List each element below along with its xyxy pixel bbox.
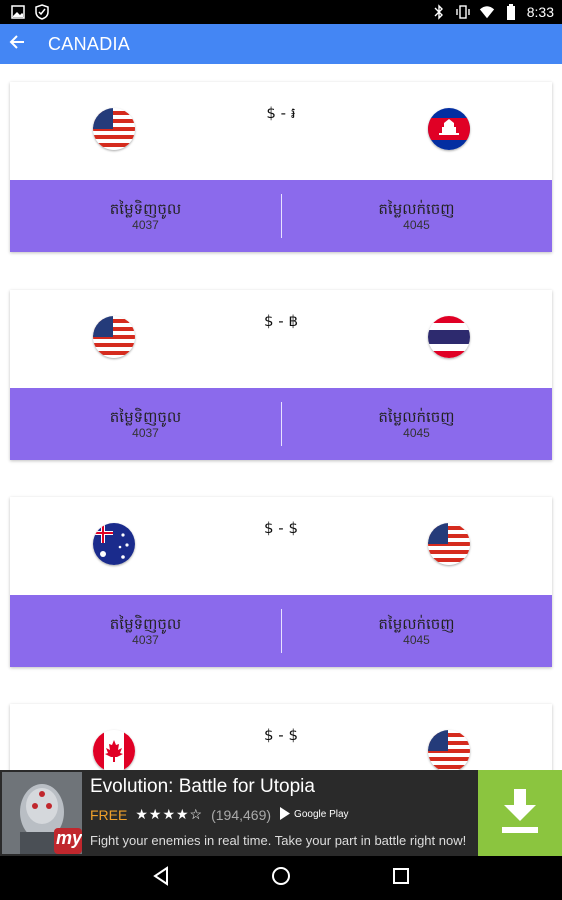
sell-rate: តម្លៃលក់ចេញ 4045: [281, 180, 552, 252]
sell-value: 4045: [403, 218, 430, 232]
back-triangle-icon: [151, 866, 171, 890]
arrow-left-icon: [8, 33, 26, 55]
sell-value: 4045: [403, 633, 430, 647]
divider: [281, 609, 282, 653]
buy-rate: តម្លៃទិញចូល 4037: [10, 595, 281, 667]
bluetooth-icon: [431, 4, 447, 20]
ad-price: FREE: [90, 806, 128, 823]
vibrate-icon: [455, 4, 471, 20]
sell-rate: តម្លៃលក់ចេញ 4045: [281, 595, 552, 667]
currency-pair: $ - ៛: [266, 104, 296, 122]
battery-icon: [503, 4, 519, 20]
ad-download-button[interactable]: [478, 770, 562, 856]
rate-card[interactable]: $ - ฿ តម្លៃទិញចូល 4037 តម្លៃលក់ចេញ 4045: [10, 290, 552, 460]
download-icon: [500, 789, 540, 837]
status-bar: 8:33: [0, 0, 562, 24]
recents-square-icon: [392, 867, 410, 889]
rate-list[interactable]: $ - ៛ តម្លៃទិញចូល 4037 តម្លៃលក់ចេញ 4045: [0, 64, 562, 770]
google-play-icon: [279, 806, 291, 823]
nav-recents-button[interactable]: [389, 866, 413, 890]
sell-value: 4045: [403, 426, 430, 440]
buy-label: តម្លៃទិញចូល: [109, 408, 182, 426]
divider: [281, 402, 282, 446]
wifi-icon: [479, 4, 495, 20]
google-play-badge: Google Play: [279, 806, 349, 823]
usa-flag-icon: [428, 523, 470, 565]
usa-flag-icon: [428, 730, 470, 770]
currency-pair: $ - ฿: [263, 312, 299, 330]
rate-card[interactable]: $ - $: [10, 704, 552, 770]
ad-meta: FREE ★★★★☆ (194,469) Google Play: [90, 806, 349, 823]
buy-value: 4037: [132, 633, 159, 647]
status-time: 8:33: [526, 4, 554, 20]
nav-home-button[interactable]: [269, 866, 293, 890]
system-nav-bar: [0, 856, 562, 900]
buy-label: តម្លៃទិញចូល: [109, 615, 182, 633]
gallery-icon: [10, 4, 26, 20]
google-play-label: Google Play: [294, 809, 349, 820]
currency-pair: $ - $: [263, 726, 299, 744]
nav-back-button[interactable]: [149, 866, 173, 890]
page-title: CANADIA: [48, 33, 131, 54]
buy-rate: តម្លៃទិញចូល 4037: [10, 180, 281, 252]
ad-rating-count: (194,469): [211, 806, 272, 823]
ad-rating-stars: ★★★★☆: [135, 806, 204, 822]
sell-label: តម្លៃលក់ចេញ: [378, 408, 455, 426]
sell-label: តម្លៃលក់ចេញ: [378, 615, 455, 633]
ad-app-image[interactable]: my: [2, 772, 82, 854]
rate-panel: តម្លៃទិញចូល 4037 តម្លៃលក់ចេញ 4045: [10, 180, 552, 252]
divider: [281, 194, 282, 238]
currency-pair: $ - $: [263, 519, 299, 537]
buy-label: តម្លៃទិញចូល: [109, 200, 182, 218]
ad-title[interactable]: Evolution: Battle for Utopia: [90, 776, 315, 798]
sell-rate: តម្លៃលក់ចេញ 4045: [281, 388, 552, 460]
app-bar: CANADIA: [0, 24, 562, 64]
thailand-flag-icon: [428, 316, 470, 358]
ad-badge: my: [56, 828, 82, 848]
rate-panel: តម្លៃទិញចូល 4037 តម្លៃលក់ចេញ 4045: [10, 595, 552, 667]
rate-card[interactable]: $ - $ តម្លៃទិញចូល 4037 តម្លៃលក់ចេញ 4045: [10, 497, 552, 667]
buy-value: 4037: [132, 218, 159, 232]
buy-rate: តម្លៃទិញចូល 4037: [10, 388, 281, 460]
rate-card[interactable]: $ - ៛ តម្លៃទិញចូល 4037 តម្លៃលក់ចេញ 4045: [10, 82, 552, 252]
shield-icon: [34, 4, 50, 20]
buy-value: 4037: [132, 426, 159, 440]
cambodia-flag-icon: [428, 108, 470, 150]
rate-panel: តម្លៃទិញចូល 4037 តម្លៃលក់ចេញ 4045: [10, 388, 552, 460]
ad-description: Fight your enemies in real time. Take yo…: [90, 833, 467, 848]
ad-banner[interactable]: my Evolution: Battle for Utopia FREE ★★★…: [0, 770, 562, 856]
back-button[interactable]: [0, 24, 34, 64]
sell-label: តម្លៃលក់ចេញ: [378, 200, 455, 218]
home-circle-icon: [271, 866, 291, 890]
